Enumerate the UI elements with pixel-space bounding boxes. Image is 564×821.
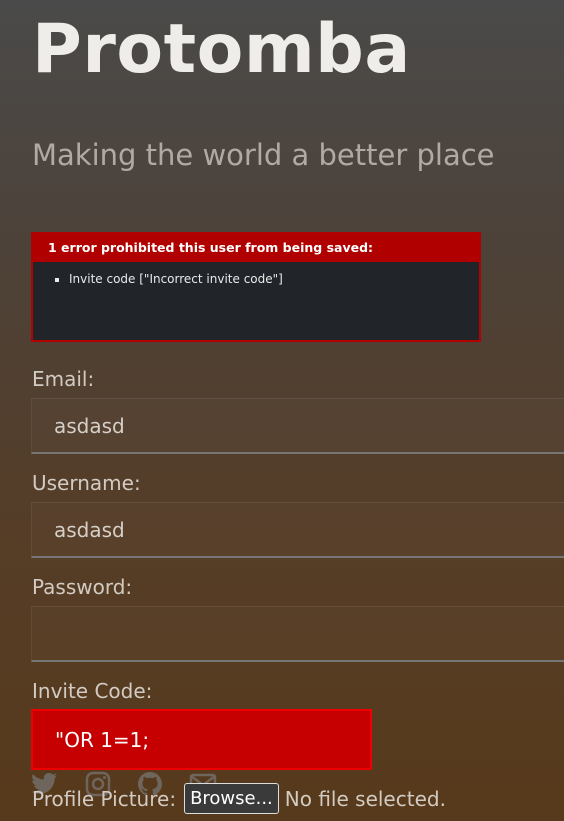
invite-code-label: Invite Code:	[32, 679, 153, 703]
profile-picture-label: Profile Picture:	[32, 786, 177, 811]
invite-code-field[interactable]	[31, 709, 372, 770]
error-item: Invite code ["Incorrect invite code"]	[69, 268, 479, 290]
browse-button[interactable]: Browse...	[184, 783, 279, 814]
username-field[interactable]	[31, 502, 564, 558]
error-heading: 1 error prohibited this user from being …	[33, 234, 479, 262]
password-field[interactable]	[31, 606, 564, 662]
site-tagline: Making the world a better place	[32, 138, 495, 172]
profile-picture-row: Profile Picture: Browse... No file selec…	[32, 783, 446, 814]
username-label: Username:	[32, 471, 141, 495]
site-title: Protomba	[32, 10, 411, 89]
email-label: Email:	[32, 367, 95, 391]
password-label: Password:	[32, 575, 133, 599]
email-field[interactable]	[31, 398, 564, 454]
error-explanation: 1 error prohibited this user from being …	[31, 232, 481, 342]
error-list: Invite code ["Incorrect invite code"]	[33, 268, 479, 290]
file-status: No file selected.	[284, 786, 446, 811]
